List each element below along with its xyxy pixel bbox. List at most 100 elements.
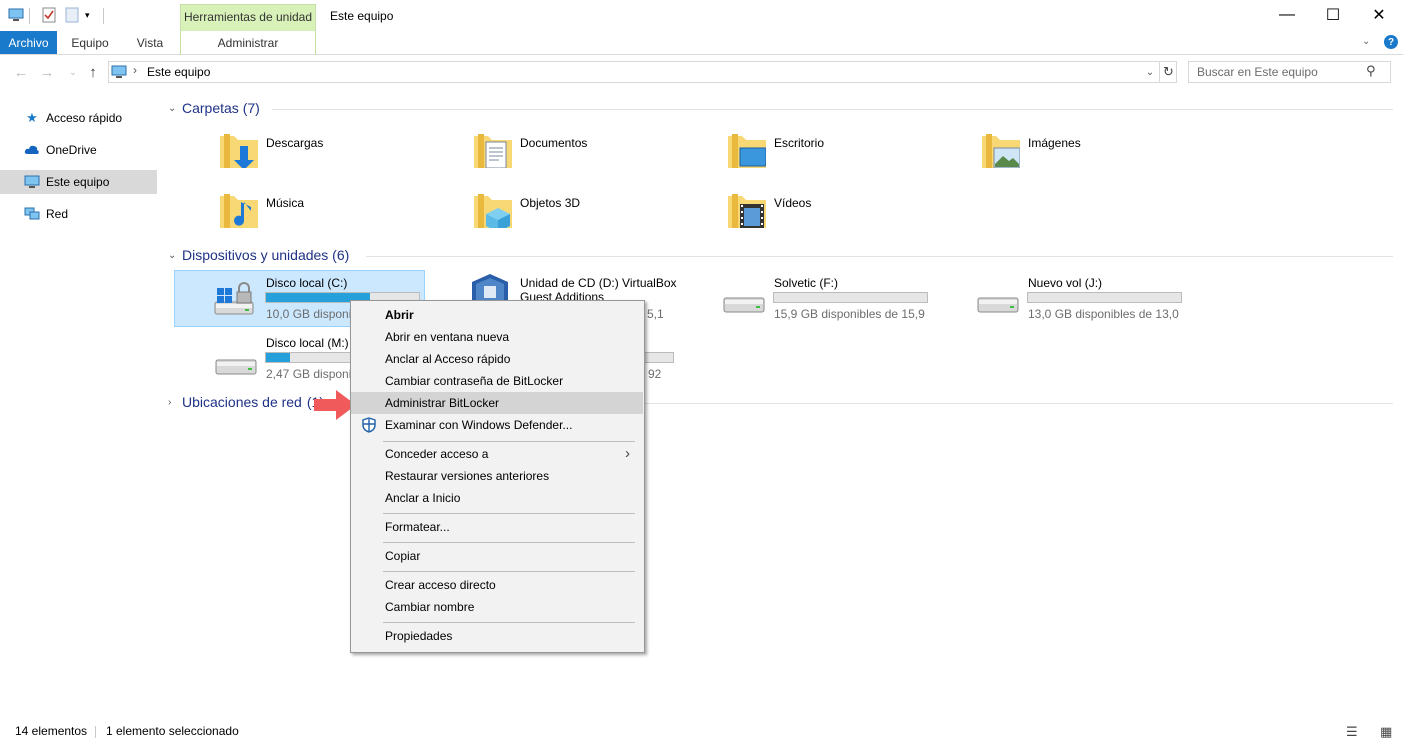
sidebar-item-label: OneDrive [46,143,97,157]
menu-item-abrir-ventana-nueva[interactable]: Abrir en ventana nueva [351,326,643,348]
folder-label: Música [266,196,305,210]
drive-usage-fill [266,353,291,362]
drive-usage-bar [773,292,928,303]
drive-free-space: 10,0 GB disponibl [266,307,361,321]
status-item-count: 14 elementos [15,724,88,738]
group-divider [272,109,1393,110]
drive-free-space: 92 [648,367,662,381]
drive-name: Unidad de CD (D:) VirtualBox [520,276,677,290]
menu-item-label: Cambiar contraseña de BitLocker [385,374,564,388]
search-placeholder: Buscar en Este equipo [1197,65,1318,79]
menu-item-abrir[interactable]: Abrir [351,304,643,326]
large-icons-view-icon[interactable]: ▦ [1380,724,1392,740]
address-dropdown-icon[interactable]: ⌄ [1142,62,1158,82]
drive-usage-bar [1027,292,1182,303]
breadcrumb-este-equipo[interactable]: Este equipo [147,65,210,79]
menu-item-label: Cambiar nombre [385,600,475,614]
new-folder-icon[interactable] [65,7,79,23]
folder-videos[interactable] [726,188,766,232]
chevron-down-icon: ⌄ [168,249,177,261]
folder-descargas[interactable] [218,128,258,172]
ribbon-expand-icon[interactable]: ⌄ [1362,36,1370,47]
hard-drive-icon[interactable] [214,356,258,383]
status-selection: 1 elemento seleccionado [106,724,239,738]
drive-free-space: 15,9 GB disponibles de 15,9 [774,307,925,321]
chevron-right-icon: › [168,396,172,408]
menu-item-administrar-bitlocker[interactable]: Administrar BitLocker [351,392,643,414]
forward-arrow-icon[interactable]: → [38,62,56,82]
sidebar-item-red[interactable]: Red [0,202,157,226]
menu-item-label: Crear acceso directo [385,578,496,592]
folder-musica[interactable] [218,188,258,232]
folder-objetos-3d[interactable] [472,188,512,232]
group-header-dispositivos[interactable]: ⌄ Dispositivos y unidades (6) [168,247,349,263]
group-header-label: Ubicaciones de red [182,394,302,410]
menu-item-formatear[interactable]: Formatear... [351,516,643,538]
folder-label: Imágenes [1028,136,1081,150]
maximize-icon: ☐ [1325,7,1341,24]
menu-item-label: Abrir [385,308,414,322]
close-button[interactable]: ✕ [1356,0,1402,30]
menu-item-propiedades[interactable]: Propiedades [351,625,643,647]
menu-item-restaurar-versiones[interactable]: Restaurar versiones anteriores [351,465,643,487]
minimize-button[interactable]: — [1264,0,1310,30]
menu-item-cambiar-contrasena-bitlocker[interactable]: Cambiar contraseña de BitLocker [351,370,643,392]
windows-defender-icon [361,417,377,436]
folder-label: Objetos 3D [520,196,581,210]
sidebar-item-label: Red [46,207,69,221]
menu-item-label: Conceder acceso a [385,447,489,461]
back-arrow-icon[interactable]: ← [12,62,30,82]
hard-drive-icon[interactable] [722,294,766,321]
menu-item-label: Administrar BitLocker [385,396,500,410]
menu-item-examinar-defender[interactable]: Examinar con Windows Defender... [351,414,643,436]
help-icon[interactable]: ? [1384,35,1398,49]
minimize-icon: — [1279,6,1295,23]
drive-name: Disco local (C:) [266,276,348,290]
app-icon[interactable] [8,8,24,22]
qat-separator [29,8,30,24]
hard-drive-icon[interactable] [976,294,1020,321]
tab-vista[interactable]: Vista [124,31,176,54]
menu-item-anclar-acceso-rapido[interactable]: Anclar al Acceso rápido [351,348,643,370]
sidebar-item-acceso-rapido[interactable]: ★ Acceso rápido [0,106,157,130]
group-header-ubicaciones[interactable]: › Ubicaciones de red (1) [168,394,324,410]
menu-item-label: Propiedades [385,629,453,643]
folder-documentos[interactable] [472,128,512,172]
menu-item-label: Examinar con Windows Defender... [385,418,573,432]
drive-name: Disco local (M:) [266,336,349,350]
refresh-icon[interactable]: ↻ [1159,62,1177,82]
menu-item-crear-acceso-directo[interactable]: Crear acceso directo [351,574,643,596]
menu-item-anclar-inicio[interactable]: Anclar a Inicio [351,487,643,509]
tab-equipo[interactable]: Equipo [62,31,118,54]
group-divider [366,256,1393,257]
folder-imagenes[interactable] [980,128,1021,172]
group-header-carpetas[interactable]: ⌄ Carpetas (7) [168,100,260,116]
menu-separator [383,513,635,514]
up-arrow-icon[interactable]: ↑ [84,62,102,82]
sidebar-item-onedrive[interactable]: OneDrive [0,138,157,162]
address-bar[interactable] [108,61,1177,83]
folder-escritorio[interactable] [726,128,767,172]
menu-item-label: Copiar [385,549,421,563]
group-header-label: Carpetas (7) [182,100,260,116]
drive-free-space: 5,1 [647,307,664,321]
tab-administrar[interactable]: Administrar [181,31,315,54]
network-icon [24,206,40,222]
breadcrumb-chevron-icon[interactable]: › [133,63,137,77]
bitlocker-drive-icon [213,278,259,325]
window-title: Este equipo [330,9,394,23]
sidebar-item-label: Acceso rápido [46,111,123,125]
search-icon[interactable]: ⚲ [1366,63,1376,79]
menu-item-cambiar-nombre[interactable]: Cambiar nombre [351,596,643,618]
recent-locations-icon[interactable]: ⌄ [64,62,82,82]
menu-item-copiar[interactable]: Copiar [351,545,643,567]
maximize-button[interactable]: ☐ [1310,0,1356,30]
sidebar-item-este-equipo[interactable]: Este equipo [0,170,157,194]
group-header-label: Dispositivos y unidades (6) [182,247,350,263]
properties-icon[interactable] [42,7,56,23]
tab-archivo[interactable]: Archivo [0,31,57,54]
qat-customize-icon[interactable]: ▾ [85,10,95,20]
details-view-icon[interactable]: ☰ [1346,724,1358,740]
menu-item-conceder-acceso[interactable]: Conceder acceso a › [351,443,643,465]
drive-name: Nuevo vol (J:) [1028,276,1103,290]
